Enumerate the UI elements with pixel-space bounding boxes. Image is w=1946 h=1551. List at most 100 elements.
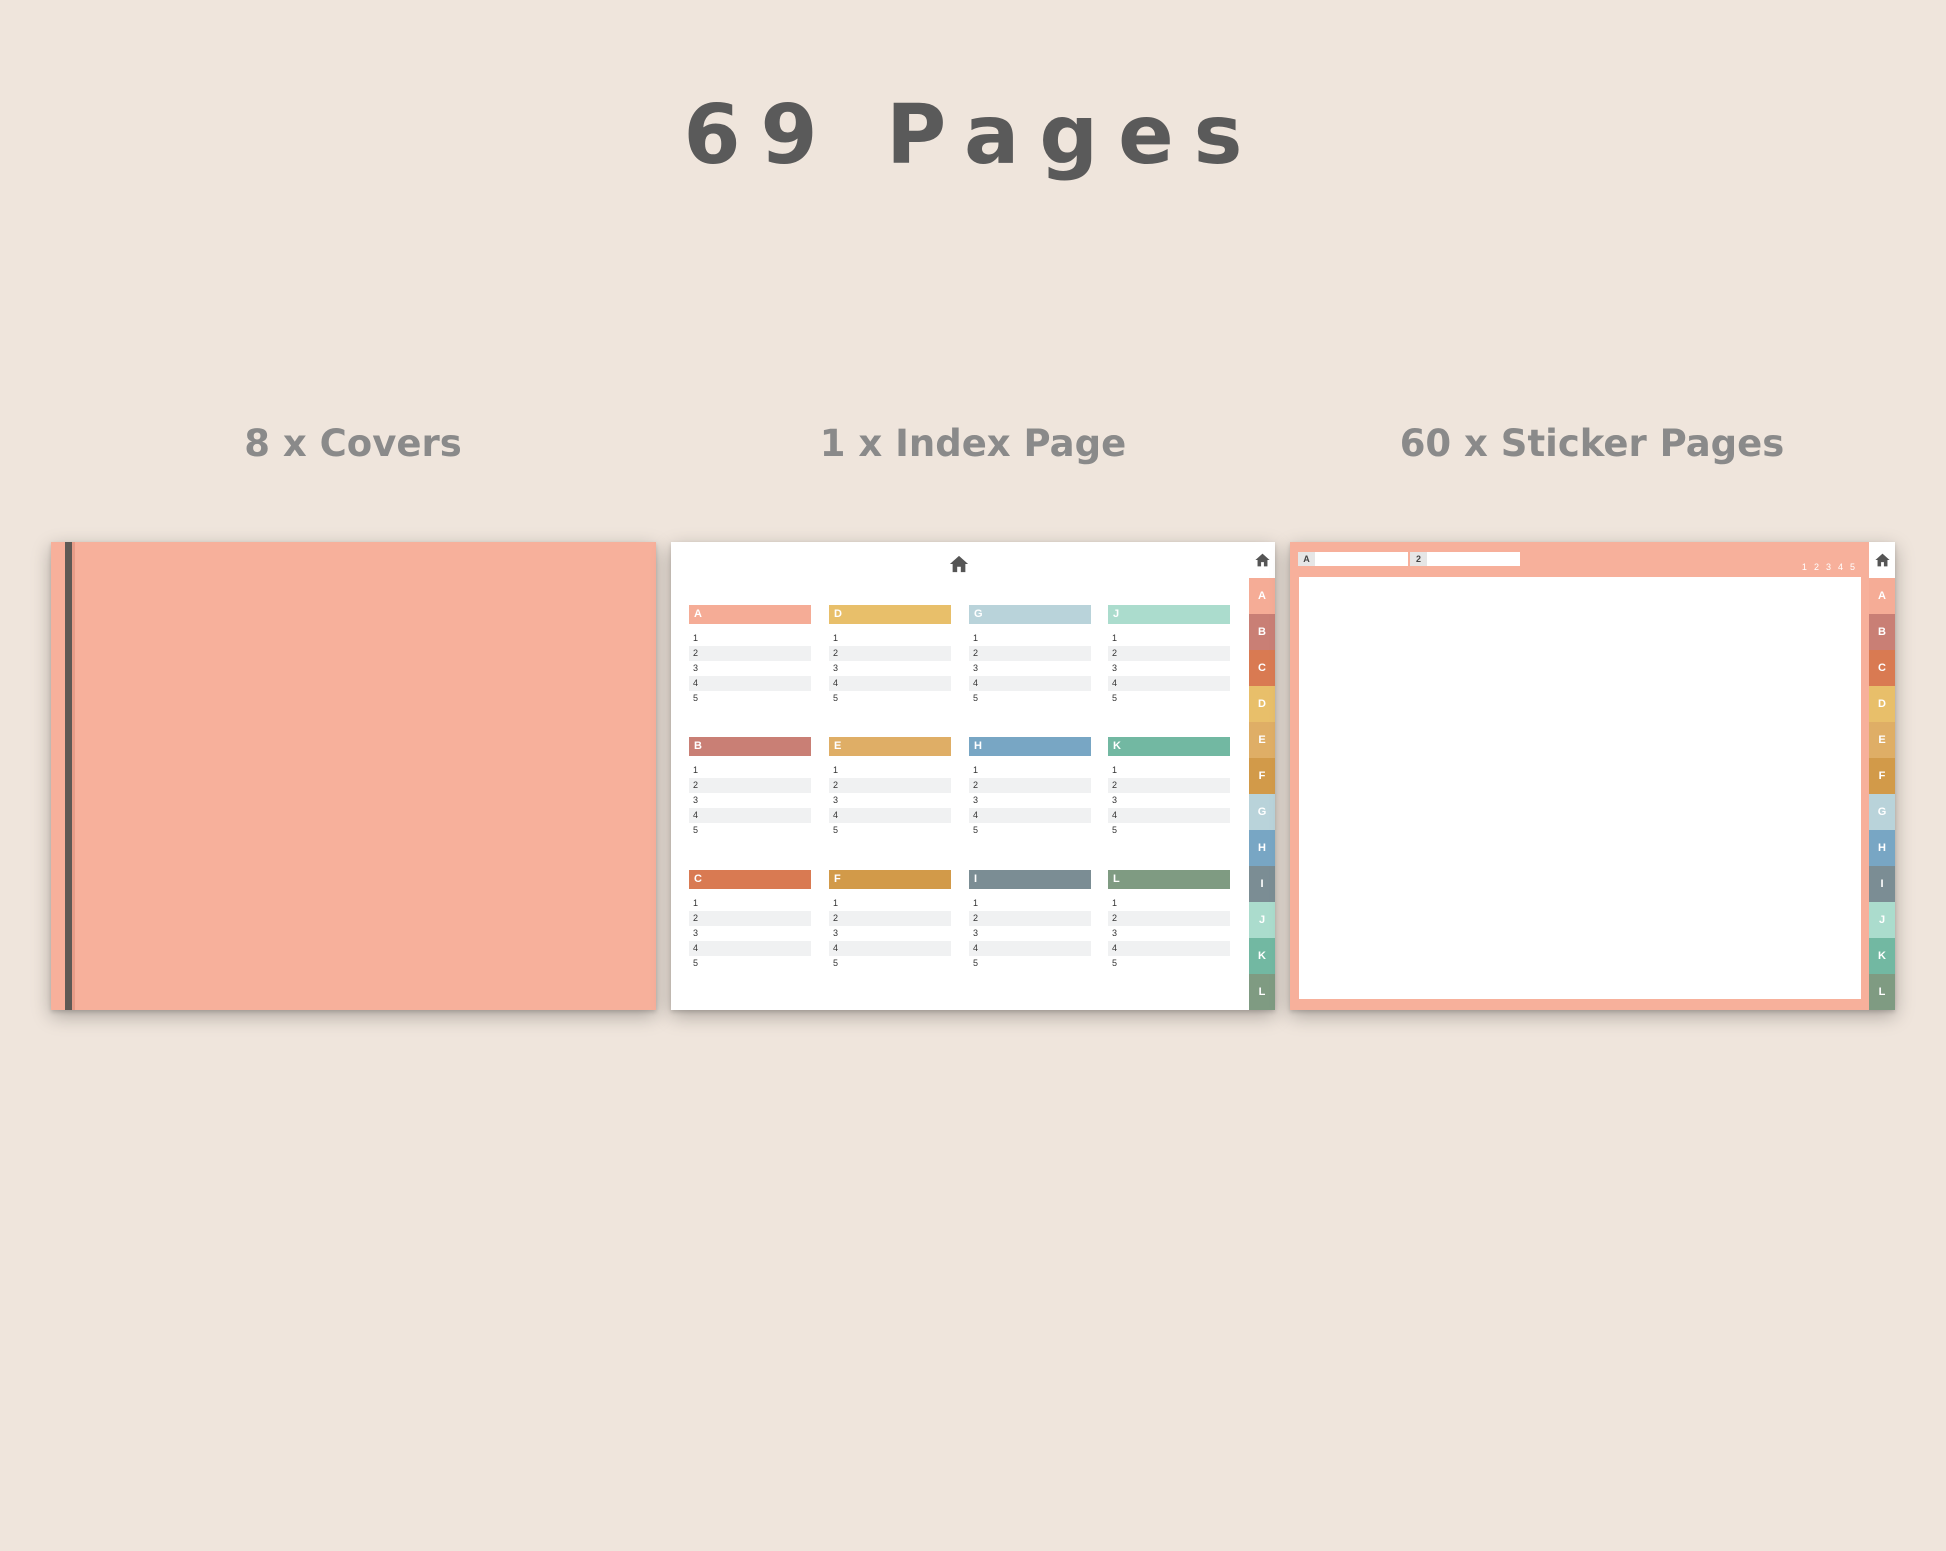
index-entry-row[interactable]: 1 bbox=[829, 631, 951, 646]
sticker-field-a[interactable]: A bbox=[1298, 552, 1408, 566]
index-entry-row[interactable]: 2 bbox=[1108, 778, 1230, 793]
index-entry-row[interactable]: 5 bbox=[829, 691, 951, 706]
index-entry-row[interactable]: 4 bbox=[829, 676, 951, 691]
tab-c[interactable]: C bbox=[1249, 650, 1275, 686]
tab-k[interactable]: K bbox=[1869, 938, 1895, 974]
index-entry-row[interactable]: 5 bbox=[1108, 823, 1230, 838]
index-entry-row[interactable]: 2 bbox=[829, 646, 951, 661]
index-entry-row[interactable]: 5 bbox=[689, 691, 811, 706]
index-entry-row[interactable]: 4 bbox=[1108, 808, 1230, 823]
index-entry-row[interactable]: 1 bbox=[1108, 896, 1230, 911]
index-entry-row[interactable]: 1 bbox=[969, 896, 1091, 911]
index-entry-row[interactable]: 3 bbox=[829, 793, 951, 808]
index-entry-row[interactable]: 4 bbox=[689, 808, 811, 823]
index-section-header[interactable]: D bbox=[829, 605, 951, 624]
tab-j[interactable]: J bbox=[1249, 902, 1275, 938]
index-entry-row[interactable]: 5 bbox=[969, 956, 1091, 971]
index-entry-row[interactable]: 5 bbox=[1108, 691, 1230, 706]
index-entry-row[interactable]: 4 bbox=[969, 676, 1091, 691]
index-entry-row[interactable]: 5 bbox=[829, 956, 951, 971]
index-entry-row[interactable]: 4 bbox=[689, 941, 811, 956]
home-icon[interactable] bbox=[948, 554, 970, 574]
index-entry-row[interactable]: 4 bbox=[829, 808, 951, 823]
index-section-header[interactable]: L bbox=[1108, 870, 1230, 889]
index-entry-row[interactable]: 4 bbox=[689, 676, 811, 691]
index-entry-row[interactable]: 3 bbox=[969, 793, 1091, 808]
home-icon[interactable] bbox=[1874, 552, 1891, 568]
tab-h[interactable]: H bbox=[1249, 830, 1275, 866]
index-entry-row[interactable]: 3 bbox=[1108, 793, 1230, 808]
page-number-link[interactable]: 2 bbox=[1814, 562, 1819, 572]
index-entry-row[interactable]: 2 bbox=[969, 778, 1091, 793]
tab-e[interactable]: E bbox=[1249, 722, 1275, 758]
tab-h[interactable]: H bbox=[1869, 830, 1895, 866]
index-entry-row[interactable]: 2 bbox=[689, 911, 811, 926]
index-entry-row[interactable]: 4 bbox=[1108, 676, 1230, 691]
index-entry-row[interactable]: 1 bbox=[969, 763, 1091, 778]
tab-d[interactable]: D bbox=[1249, 686, 1275, 722]
index-entry-row[interactable]: 3 bbox=[969, 926, 1091, 941]
index-section-header[interactable]: K bbox=[1108, 737, 1230, 756]
index-entry-row[interactable]: 3 bbox=[689, 661, 811, 676]
index-entry-row[interactable]: 3 bbox=[829, 926, 951, 941]
index-entry-row[interactable]: 3 bbox=[689, 793, 811, 808]
tab-d[interactable]: D bbox=[1869, 686, 1895, 722]
index-entry-row[interactable]: 2 bbox=[829, 778, 951, 793]
tab-l[interactable]: L bbox=[1249, 974, 1275, 1010]
tab-b[interactable]: B bbox=[1249, 614, 1275, 650]
index-entry-row[interactable]: 1 bbox=[689, 763, 811, 778]
index-entry-row[interactable]: 4 bbox=[969, 941, 1091, 956]
index-entry-row[interactable]: 2 bbox=[1108, 911, 1230, 926]
page-number-link[interactable]: 1 bbox=[1802, 562, 1807, 572]
sticker-home-corner[interactable] bbox=[1869, 542, 1895, 578]
index-home-corner[interactable] bbox=[1249, 542, 1275, 578]
sticker-canvas[interactable] bbox=[1299, 577, 1861, 999]
index-entry-row[interactable]: 1 bbox=[1108, 631, 1230, 646]
index-entry-row[interactable]: 1 bbox=[689, 896, 811, 911]
index-entry-row[interactable]: 3 bbox=[1108, 926, 1230, 941]
index-entry-row[interactable]: 5 bbox=[969, 691, 1091, 706]
index-entry-row[interactable]: 4 bbox=[829, 941, 951, 956]
index-entry-row[interactable]: 1 bbox=[969, 631, 1091, 646]
sticker-field-2[interactable]: 2 bbox=[1410, 552, 1520, 566]
index-section-header[interactable]: B bbox=[689, 737, 811, 756]
tab-b[interactable]: B bbox=[1869, 614, 1895, 650]
index-entry-row[interactable]: 4 bbox=[1108, 941, 1230, 956]
index-entry-row[interactable]: 2 bbox=[829, 911, 951, 926]
tab-k[interactable]: K bbox=[1249, 938, 1275, 974]
index-entry-row[interactable]: 2 bbox=[969, 646, 1091, 661]
tab-i[interactable]: I bbox=[1249, 866, 1275, 902]
tab-f[interactable]: F bbox=[1869, 758, 1895, 794]
index-entry-row[interactable]: 1 bbox=[689, 631, 811, 646]
page-number-link[interactable]: 4 bbox=[1838, 562, 1843, 572]
page-number-link[interactable]: 3 bbox=[1826, 562, 1831, 572]
index-section-header[interactable]: J bbox=[1108, 605, 1230, 624]
index-entry-row[interactable]: 3 bbox=[689, 926, 811, 941]
index-entry-row[interactable]: 1 bbox=[829, 896, 951, 911]
page-number-link[interactable]: 5 bbox=[1850, 562, 1855, 572]
tab-g[interactable]: G bbox=[1869, 794, 1895, 830]
tab-c[interactable]: C bbox=[1869, 650, 1895, 686]
index-entry-row[interactable]: 1 bbox=[829, 763, 951, 778]
index-entry-row[interactable]: 4 bbox=[969, 808, 1091, 823]
index-entry-row[interactable]: 2 bbox=[969, 911, 1091, 926]
index-entry-row[interactable]: 2 bbox=[689, 778, 811, 793]
tab-a[interactable]: A bbox=[1869, 578, 1895, 614]
index-section-header[interactable]: A bbox=[689, 605, 811, 624]
index-entry-row[interactable]: 3 bbox=[969, 661, 1091, 676]
tab-f[interactable]: F bbox=[1249, 758, 1275, 794]
tab-i[interactable]: I bbox=[1869, 866, 1895, 902]
home-icon[interactable] bbox=[1254, 552, 1271, 568]
index-entry-row[interactable]: 3 bbox=[829, 661, 951, 676]
index-entry-row[interactable]: 3 bbox=[1108, 661, 1230, 676]
index-entry-row[interactable]: 1 bbox=[1108, 763, 1230, 778]
index-entry-row[interactable]: 5 bbox=[829, 823, 951, 838]
index-section-header[interactable]: G bbox=[969, 605, 1091, 624]
index-section-header[interactable]: E bbox=[829, 737, 951, 756]
tab-a[interactable]: A bbox=[1249, 578, 1275, 614]
index-entry-row[interactable]: 2 bbox=[1108, 646, 1230, 661]
index-entry-row[interactable]: 5 bbox=[969, 823, 1091, 838]
index-entry-row[interactable]: 5 bbox=[689, 956, 811, 971]
index-section-header[interactable]: C bbox=[689, 870, 811, 889]
index-entry-row[interactable]: 2 bbox=[689, 646, 811, 661]
